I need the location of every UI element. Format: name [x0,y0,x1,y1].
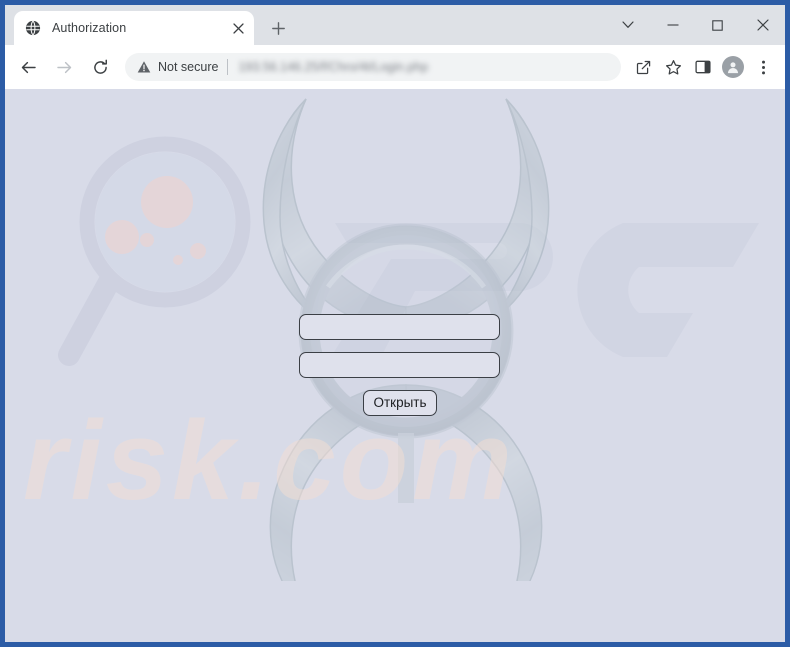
omnibox-divider [227,59,229,75]
browser-window: Authorization Not secure 193.56.146.25/f… [0,0,790,647]
security-status-label: Not secure [158,60,219,74]
minimize-button[interactable] [650,9,695,41]
new-tab-button[interactable] [264,14,292,42]
profile-avatar[interactable] [719,53,747,81]
open-submit-button[interactable]: Открыть [363,390,437,416]
menu-icon[interactable] [749,53,777,81]
url-text: 193.56.146.25/f/Chro/4t/Login.php [238,60,429,74]
maximize-button[interactable] [695,9,740,41]
share-icon[interactable] [629,53,657,81]
forward-button [49,52,79,82]
password-input[interactable] [299,352,500,378]
tab-title: Authorization [52,21,127,35]
close-icon[interactable] [228,18,248,38]
warning-triangle-icon [137,60,151,74]
globe-icon [25,20,41,36]
side-panel-icon[interactable] [689,53,717,81]
close-window-button[interactable] [740,9,785,41]
address-bar[interactable]: Not secure 193.56.146.25/f/Chro/4t/Login… [125,53,621,81]
reload-button[interactable] [85,52,115,82]
username-input[interactable] [299,314,500,340]
authorization-form: Открыть [5,89,785,642]
bookmark-star-icon[interactable] [659,53,687,81]
avatar [722,56,744,78]
page-viewport: risk.com Открыть [5,89,785,642]
tab-search-button[interactable] [605,9,650,41]
back-button[interactable] [13,52,43,82]
window-controls [605,5,785,45]
tab-strip: Authorization [5,5,785,45]
browser-toolbar: Not secure 193.56.146.25/f/Chro/4t/Login… [5,45,785,89]
tab-authorization[interactable]: Authorization [14,11,254,45]
